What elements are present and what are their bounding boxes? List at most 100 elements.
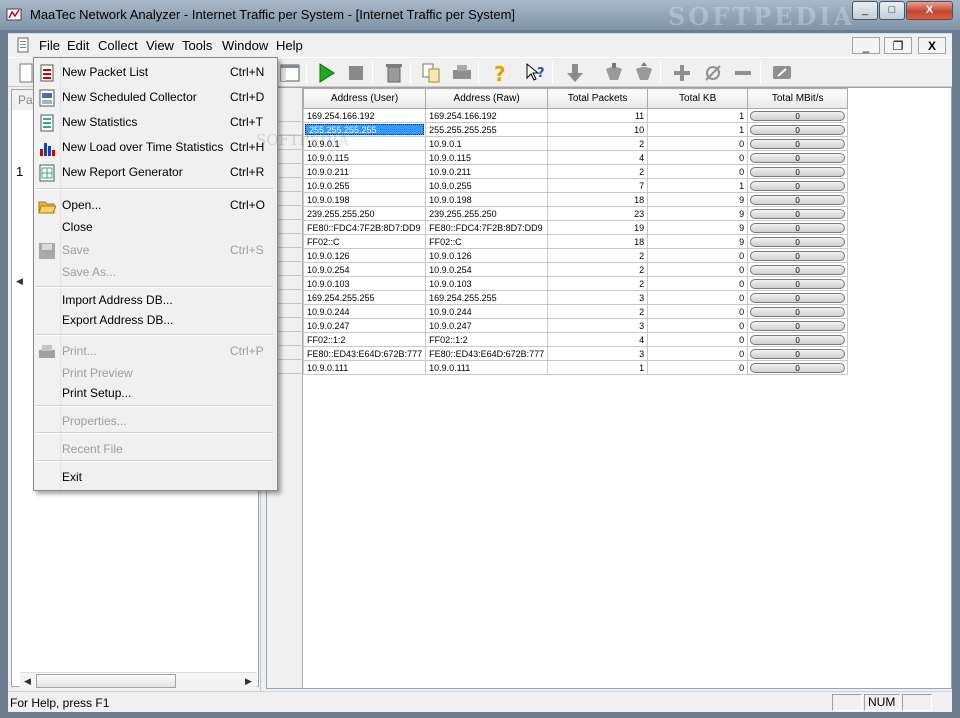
table-row[interactable]: FF02::C FF02::C 18 9 0 [302,234,849,249]
cell-address-raw[interactable]: FF02::1:2 [425,332,549,347]
cell-total-packets[interactable]: 2 [547,164,649,179]
file-menu-item-save[interactable]: Save Ctrl+S [34,239,277,261]
cell-address-raw[interactable]: 10.9.0.211 [425,164,549,179]
table-row[interactable]: 10.9.0.254 10.9.0.254 2 0 0 [302,262,849,277]
cell-total-packets[interactable]: 2 [547,304,649,319]
window-layout-icon[interactable] [278,61,302,85]
table-row[interactable]: 10.9.0.115 10.9.0.115 4 0 0 [302,150,849,165]
cell-address-user[interactable]: 10.9.0.103 [302,276,427,291]
table-row[interactable]: 169.254.166.192 169.254.166.192 11 1 0 [302,108,849,123]
cell-total-mbits[interactable]: 0 [747,220,849,235]
cell-address-user[interactable]: 10.9.0.211 [302,164,427,179]
cell-total-kb[interactable]: 9 [647,234,749,249]
cell-address-user[interactable]: 10.9.0.255 [302,178,427,193]
file-menu-item-properties[interactable]: Properties... [34,410,277,432]
stop-icon[interactable] [344,61,368,85]
cell-address-raw[interactable]: 169.254.166.192 [425,108,549,123]
cell-address-raw[interactable]: 10.9.0.254 [425,262,549,277]
column-header-total-packets[interactable]: Total Packets [547,88,649,109]
cell-address-user[interactable]: 10.9.0.244 [302,304,427,319]
mdi-restore-button[interactable]: ❐ [884,37,912,54]
cell-total-kb[interactable]: 0 [647,150,749,165]
table-row[interactable]: 10.9.0.126 10.9.0.126 2 0 0 [302,248,849,263]
table-row[interactable]: 10.9.0.111 10.9.0.111 1 0 0 [302,360,849,375]
context-help-icon[interactable]: ? [524,61,548,85]
cell-total-kb[interactable]: 0 [647,276,749,291]
menu-view[interactable]: View [146,38,174,53]
cell-total-kb[interactable]: 1 [647,122,749,137]
table-row[interactable]: 255.255.255.255 255.255.255.255 10 1 0 [302,122,849,137]
cell-total-packets[interactable]: 18 [547,192,649,207]
mdi-minimize-button[interactable]: _ [852,37,880,54]
cell-total-mbits[interactable]: 0 [747,178,849,193]
cell-address-raw[interactable]: 10.9.0.198 [425,192,549,207]
table-row[interactable]: FF02::1:2 FF02::1:2 4 0 0 [302,332,849,347]
cell-total-mbits[interactable]: 0 [747,360,849,375]
table-row[interactable]: 10.9.0.198 10.9.0.198 18 9 0 [302,192,849,207]
cell-address-user[interactable]: 169.254.255.255 [302,290,427,305]
file-menu-item-recent-file[interactable]: Recent File [34,438,277,460]
cell-address-user[interactable]: 10.9.0.111 [302,360,427,375]
cell-total-mbits[interactable]: 0 [747,150,849,165]
cell-total-kb[interactable]: 9 [647,220,749,235]
column-header-address-raw[interactable]: Address (Raw) [425,88,549,109]
file-menu-item-close[interactable]: Close [34,216,277,238]
cell-address-raw[interactable]: 10.9.0.126 [425,248,549,263]
cell-total-mbits[interactable]: 0 [747,234,849,249]
remove-icon[interactable] [731,61,755,85]
table-row[interactable]: 10.9.0.1 10.9.0.1 2 0 0 [302,136,849,151]
file-menu-item-print-preview[interactable]: Print Preview [34,362,277,384]
cell-total-kb[interactable]: 0 [647,164,749,179]
file-menu-item-new-scheduled-collector[interactable]: New Scheduled Collector Ctrl+D [34,86,277,108]
filter-down-icon[interactable] [602,61,626,85]
left-panel-scrollbar[interactable]: ◀ ▶ [20,672,257,689]
file-menu-item-new-report-generator[interactable]: New Report Generator Ctrl+R [34,161,277,183]
cell-address-raw[interactable]: FF02::C [425,234,549,249]
cell-total-kb[interactable]: 0 [647,346,749,361]
cell-total-kb[interactable]: 9 [647,192,749,207]
cell-address-raw[interactable]: 10.9.0.103 [425,276,549,291]
cell-total-packets[interactable]: 3 [547,290,649,305]
cell-total-mbits[interactable]: 0 [747,332,849,347]
cell-address-raw[interactable]: 10.9.0.115 [425,150,549,165]
help-icon[interactable]: ? [488,61,512,85]
cell-total-kb[interactable]: 0 [647,318,749,333]
app-icon[interactable] [6,7,22,23]
scrollbar-thumb[interactable] [36,674,176,688]
scroll-left-icon[interactable]: ◀ [16,276,30,290]
add-icon[interactable] [670,61,694,85]
cell-address-raw[interactable]: FE80::FDC4:7F2B:8D7:DD9 [425,220,549,235]
cell-total-mbits[interactable]: 0 [747,276,849,291]
cell-address-raw[interactable]: 10.9.0.111 [425,360,549,375]
cell-address-raw[interactable]: 255.255.255.255 [425,122,549,137]
menu-file[interactable]: File [39,38,60,53]
table-row[interactable]: 10.9.0.255 10.9.0.255 7 1 0 [302,178,849,193]
table-row[interactable]: 10.9.0.247 10.9.0.247 3 0 0 [302,318,849,333]
table-row[interactable]: FE80::FDC4:7F2B:8D7:DD9 FE80::FDC4:7F2B:8… [302,220,849,235]
cell-total-packets[interactable]: 3 [547,346,649,361]
cell-address-raw[interactable]: 239.255.255.250 [425,206,549,221]
menu-help[interactable]: Help [276,38,303,53]
cell-total-packets[interactable]: 2 [547,248,649,263]
cell-address-raw[interactable]: 169.254.255.255 [425,290,549,305]
file-menu-item-export-address-db[interactable]: Export Address DB... [34,309,277,331]
cell-address-user[interactable]: 10.9.0.115 [302,150,427,165]
cell-total-kb[interactable]: 0 [647,262,749,277]
file-menu-item-open[interactable]: Open... Ctrl+O [34,194,277,216]
cell-total-kb[interactable]: 9 [647,206,749,221]
cell-address-user[interactable]: FE80::ED43:E64D:672B:777 [302,346,427,361]
cell-total-mbits[interactable]: 0 [747,346,849,361]
mdi-close-button[interactable]: X [918,37,946,54]
table-row[interactable]: 10.9.0.244 10.9.0.244 2 0 0 [302,304,849,319]
cell-total-packets[interactable]: 7 [547,178,649,193]
arrow-down-icon[interactable] [563,61,587,85]
cell-total-kb[interactable]: 0 [647,136,749,151]
cell-total-mbits[interactable]: 0 [747,192,849,207]
close-button[interactable]: X [906,1,953,20]
cell-total-mbits[interactable]: 0 [747,164,849,179]
cell-total-kb[interactable]: 0 [647,248,749,263]
cell-address-user[interactable]: 10.9.0.247 [302,318,427,333]
file-menu-item-new-load-over-time-statistics[interactable]: New Load over Time Statistics Ctrl+H [34,136,277,158]
menu-tools[interactable]: Tools [182,38,212,53]
print-icon[interactable] [450,61,474,85]
